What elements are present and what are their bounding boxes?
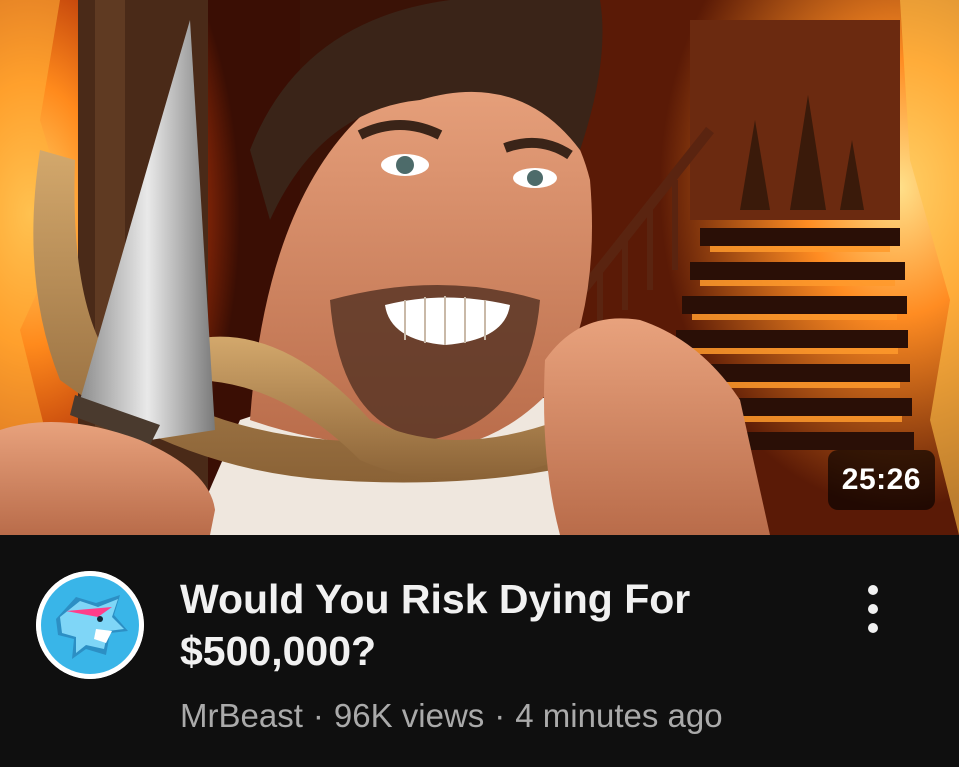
separator-dot: · bbox=[312, 697, 324, 734]
video-card[interactable]: 25:26 Would You Risk Dying For $500,000?… bbox=[0, 0, 959, 767]
view-count: 96K views bbox=[333, 697, 485, 734]
separator-dot: · bbox=[494, 697, 506, 734]
duration-badge: 25:26 bbox=[827, 450, 935, 510]
video-subline: MrBeast · 96K views · 4 minutes ago bbox=[180, 695, 723, 737]
vertical-ellipsis-icon bbox=[868, 623, 878, 633]
video-metadata: Would You Risk Dying For $500,000? MrBea… bbox=[0, 535, 959, 767]
vertical-ellipsis-icon bbox=[868, 604, 878, 614]
vertical-ellipsis-icon bbox=[868, 585, 878, 595]
thumbnail-image bbox=[0, 0, 959, 535]
more-options-button[interactable] bbox=[852, 579, 896, 639]
channel-avatar[interactable] bbox=[36, 571, 144, 679]
panther-logo-icon bbox=[36, 571, 144, 679]
video-thumbnail[interactable]: 25:26 bbox=[0, 0, 959, 535]
upload-age: 4 minutes ago bbox=[515, 697, 723, 734]
channel-name[interactable]: MrBeast bbox=[180, 697, 303, 734]
video-title[interactable]: Would You Risk Dying For $500,000? bbox=[180, 573, 780, 677]
